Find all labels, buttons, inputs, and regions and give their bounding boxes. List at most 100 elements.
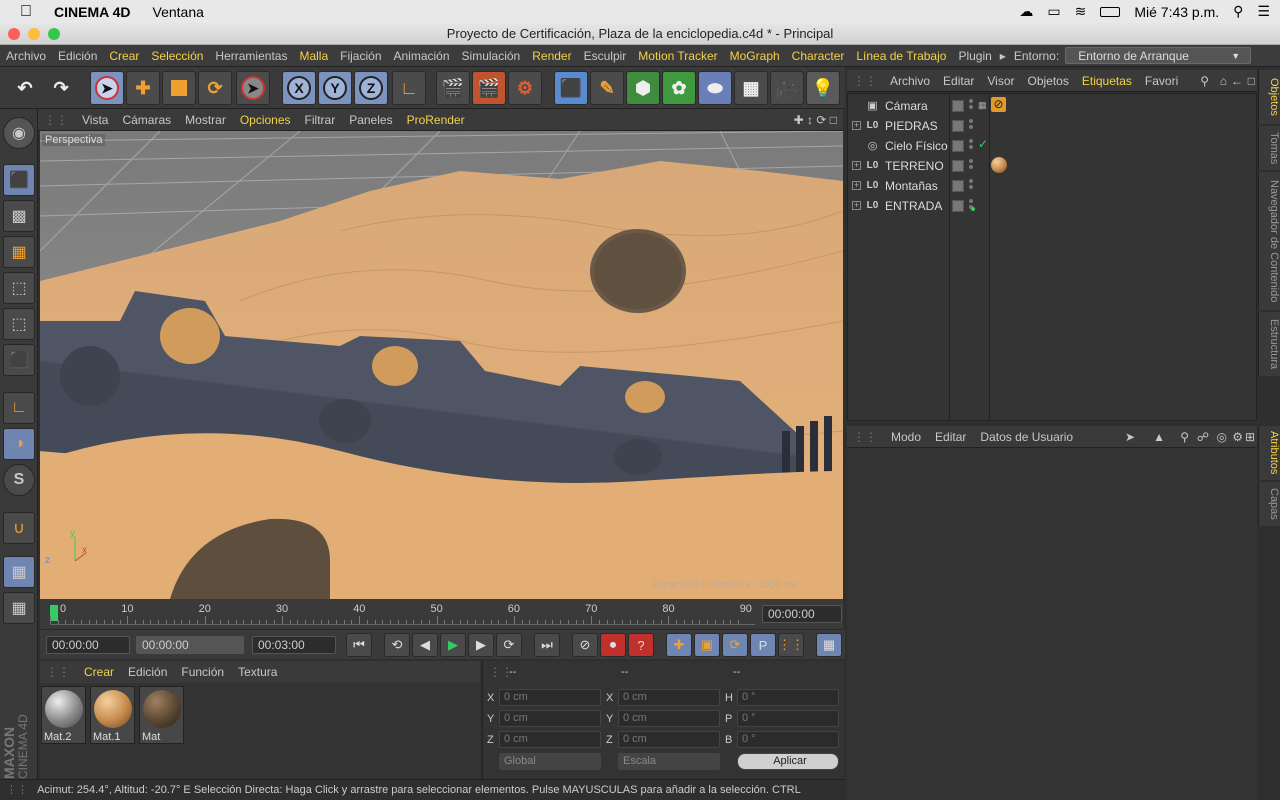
wifi-icon[interactable]: ≋ bbox=[1075, 3, 1087, 20]
material-swatch[interactable]: Mat.2 bbox=[41, 686, 86, 744]
rot-h-field[interactable]: 0 ° bbox=[737, 689, 839, 706]
pos-z-field[interactable]: 0 cm bbox=[499, 731, 601, 748]
camera-button[interactable]: 🎥 bbox=[770, 71, 804, 105]
go-to-start-button[interactable]: ⏮ bbox=[346, 633, 372, 657]
viewport-menu-item[interactable]: Opciones bbox=[240, 113, 291, 127]
menu-item[interactable]: Crear bbox=[109, 49, 139, 63]
app-name-menu[interactable]: CINEMA 4D bbox=[54, 4, 131, 20]
render-settings-button[interactable]: ⚙ bbox=[508, 71, 542, 105]
attr-menu-mode[interactable]: Modo bbox=[891, 430, 921, 444]
environment-select[interactable]: Entorno de Arranque ▼ bbox=[1065, 47, 1252, 64]
polygons-mode-button[interactable]: ⬛ bbox=[3, 344, 35, 376]
cloner-button[interactable]: ✿ bbox=[662, 71, 696, 105]
deformer-button[interactable]: ⬬ bbox=[698, 71, 732, 105]
rot-b-field[interactable]: 0 ° bbox=[737, 731, 839, 748]
floor-button[interactable]: ▦ bbox=[734, 71, 768, 105]
battery-icon[interactable] bbox=[1100, 6, 1121, 17]
autokeying-button[interactable]: ? bbox=[628, 633, 654, 657]
viewport-menu-item[interactable]: Mostrar bbox=[185, 113, 226, 127]
size-z-field[interactable]: 0 cm bbox=[618, 731, 720, 748]
key-scale-button[interactable]: ▣ bbox=[694, 633, 720, 657]
object-row[interactable]: ◎ Cielo Físico bbox=[848, 136, 1258, 156]
play-button[interactable]: ▶ bbox=[440, 633, 466, 657]
menu-item[interactable]: Archivo bbox=[6, 49, 46, 63]
expand-plus-icon[interactable]: + bbox=[852, 201, 861, 210]
model-mode-button[interactable]: ⬛ bbox=[3, 164, 35, 196]
creative-cloud-icon[interactable]: ☁ bbox=[1019, 3, 1033, 20]
rot-p-field[interactable]: 0 ° bbox=[737, 710, 839, 727]
playhead[interactable] bbox=[50, 605, 58, 621]
render-visibility-dots[interactable] bbox=[969, 139, 973, 153]
lock-z-axis-button[interactable]: Z bbox=[354, 71, 388, 105]
object-row[interactable]: + L0 Montañas bbox=[848, 176, 1258, 196]
timeline-window-button[interactable]: ▦ bbox=[816, 633, 842, 657]
visibility-toggle[interactable] bbox=[952, 200, 964, 212]
object-row[interactable]: + L0 PIEDRAS bbox=[848, 116, 1258, 136]
render-visibility-dots[interactable] bbox=[969, 99, 973, 113]
close-window-button[interactable] bbox=[8, 28, 20, 40]
axis-mode-button[interactable]: ∟ bbox=[3, 392, 35, 424]
previous-key-button[interactable]: ⟲ bbox=[384, 633, 410, 657]
expand-plus-icon[interactable]: + bbox=[852, 161, 861, 170]
key-point-level-button[interactable]: ⋮⋮ bbox=[778, 633, 804, 657]
render-visibility-dots[interactable] bbox=[969, 179, 973, 193]
recent-tool-button[interactable]: ➤ bbox=[236, 71, 270, 105]
apple-icon[interactable]:  bbox=[20, 3, 32, 21]
tab-layers[interactable]: Capas bbox=[1258, 482, 1280, 526]
render-visibility-dots[interactable] bbox=[969, 119, 973, 133]
magnet-button[interactable]: ∪ bbox=[3, 512, 35, 544]
workplane-mode-button[interactable]: ▦ bbox=[3, 236, 35, 268]
object-back-icon[interactable]: ← bbox=[1231, 74, 1243, 88]
tab-attributes[interactable]: Atributos bbox=[1258, 426, 1280, 480]
make-editable-button[interactable]: ◉ bbox=[3, 117, 35, 149]
tab-objects[interactable]: Objetos bbox=[1258, 70, 1280, 124]
attr-up-arrow-icon[interactable]: ▲ bbox=[1153, 430, 1165, 444]
material-tag-icon[interactable] bbox=[991, 157, 1007, 173]
menu-item[interactable]: Malla bbox=[299, 49, 328, 63]
menu-more-arrow-icon[interactable]: ▸ bbox=[1000, 49, 1006, 63]
visibility-toggle[interactable] bbox=[952, 140, 964, 152]
pen-spline-button[interactable]: ✎ bbox=[590, 71, 624, 105]
subdivision-surface-button[interactable]: ⬢ bbox=[626, 71, 660, 105]
notification-center-icon[interactable]: ☰ bbox=[1257, 3, 1270, 20]
attr-lock-icon[interactable]: ☍ bbox=[1197, 430, 1209, 444]
viewport-nav-icons[interactable]: ✚ ↕ ⟳ □ bbox=[794, 113, 837, 127]
material-menu-item[interactable]: Textura bbox=[238, 665, 277, 679]
attr-settings-icon[interactable]: ⚙ bbox=[1232, 430, 1243, 444]
attr-menu-user-data[interactable]: Datos de Usuario bbox=[980, 430, 1073, 444]
menu-item[interactable]: Render bbox=[532, 49, 571, 63]
preview-min-slider[interactable]: 00:00:00 bbox=[136, 636, 244, 654]
end-time-field[interactable]: 00:03:00 bbox=[252, 636, 336, 654]
object-row[interactable]: + L0 TERRENO bbox=[848, 156, 1258, 176]
material-menu-item[interactable]: Edición bbox=[128, 665, 167, 679]
expand-plus-icon[interactable]: + bbox=[852, 181, 861, 190]
viewport-menu-item[interactable]: Vista bbox=[82, 113, 108, 127]
rotate-tool-button[interactable]: ⟳ bbox=[198, 71, 232, 105]
next-frame-button[interactable]: ▶ bbox=[468, 633, 494, 657]
material-swatch[interactable]: Mat.1 bbox=[90, 686, 135, 744]
light-button[interactable]: 💡 bbox=[806, 71, 840, 105]
airplay-icon[interactable]: ▭ bbox=[1047, 3, 1060, 20]
object-menu-item[interactable]: Favori bbox=[1145, 74, 1178, 88]
current-frame-field[interactable]: 00:00:00 bbox=[762, 605, 842, 623]
object-search-icon[interactable]: ⚲ bbox=[1200, 74, 1209, 88]
planar-workplane-button[interactable]: ▦ bbox=[3, 592, 35, 624]
spotlight-search-icon[interactable]: ⚲ bbox=[1233, 3, 1243, 20]
tab-content-browser[interactable]: Navegador de Contenido bbox=[1258, 172, 1280, 310]
pos-y-field[interactable]: 0 cm bbox=[499, 710, 601, 727]
compositing-tag-icon[interactable]: ⊘ bbox=[991, 97, 1006, 112]
menu-item[interactable]: Línea de Trabajo bbox=[856, 49, 946, 63]
object-row[interactable]: ▣ Cámara bbox=[848, 96, 1258, 116]
menu-item[interactable]: Edición bbox=[58, 49, 97, 63]
tab-takes[interactable]: Tomas bbox=[1258, 126, 1280, 170]
coordinate-mode-select[interactable]: Global bbox=[499, 753, 601, 770]
menu-item[interactable]: Herramientas bbox=[215, 49, 287, 63]
menu-item[interactable]: Motion Tracker bbox=[638, 49, 717, 63]
material-swatch[interactable]: Mat bbox=[139, 686, 184, 744]
clock[interactable]: Mié 7:43 p.m. bbox=[1134, 4, 1219, 20]
viewport-menu-item[interactable]: Paneles bbox=[349, 113, 392, 127]
points-mode-button[interactable]: ⬚ bbox=[3, 272, 35, 304]
go-to-end-button[interactable]: ⏭ bbox=[534, 633, 560, 657]
record-keys-button[interactable]: ⏺ bbox=[600, 633, 626, 657]
key-position-button[interactable]: ✚ bbox=[666, 633, 692, 657]
